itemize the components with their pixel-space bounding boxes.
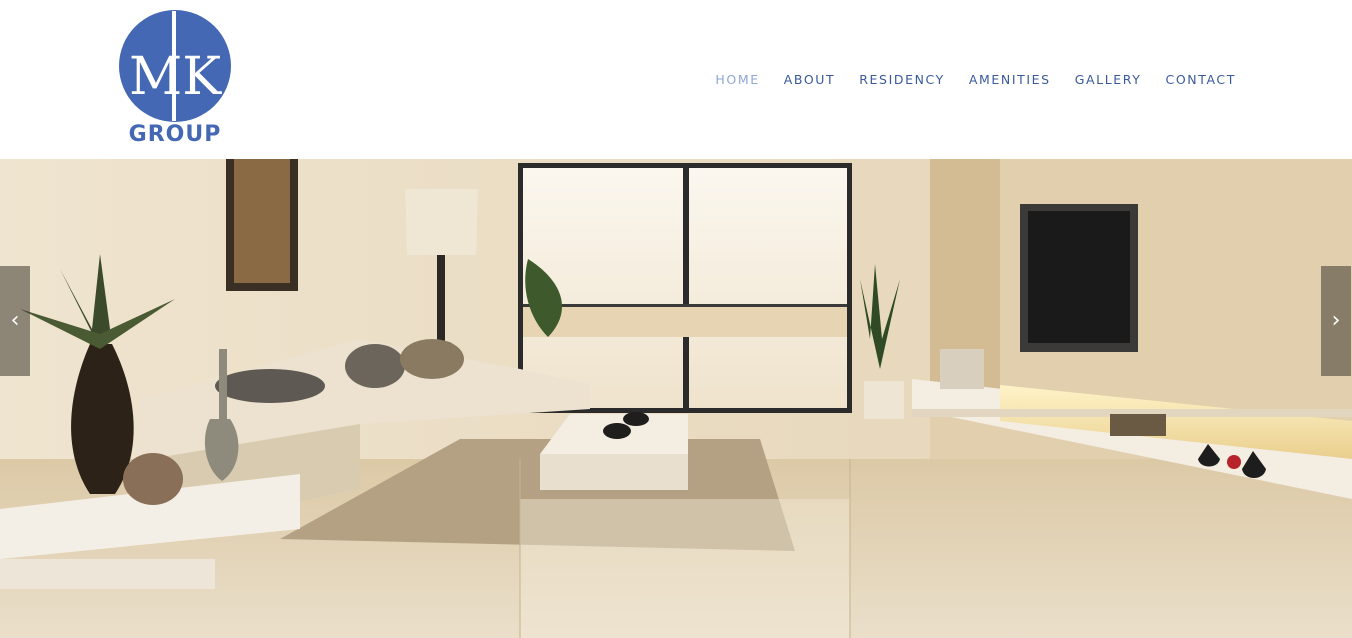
- nav-contact[interactable]: CONTACT: [1166, 72, 1236, 88]
- nav-residency[interactable]: RESIDENCY: [859, 72, 945, 88]
- hero-slider: ‹ ›: [0, 159, 1352, 638]
- slider-prev-button[interactable]: ‹: [0, 266, 30, 376]
- nav-gallery[interactable]: GALLERY: [1075, 72, 1142, 88]
- main-navigation: HOME ABOUT RESIDENCY AMENITIES GALLERY C…: [715, 72, 1236, 88]
- nav-home[interactable]: HOME: [715, 72, 759, 88]
- site-header: MK GROUP HOME ABOUT RESIDENCY AMENITIES …: [0, 0, 1352, 159]
- logo-emblem: MK: [119, 10, 231, 122]
- logo-wordmark: GROUP: [128, 122, 222, 147]
- hero-slide-image: [0, 159, 1352, 638]
- slider-next-button[interactable]: ›: [1321, 266, 1351, 376]
- chevron-left-icon: ‹: [10, 308, 20, 333]
- nav-amenities[interactable]: AMENITIES: [969, 72, 1051, 88]
- logo-monogram: MK: [129, 47, 222, 107]
- chevron-right-icon: ›: [1331, 308, 1341, 333]
- brand-logo[interactable]: MK GROUP: [116, 9, 234, 147]
- nav-about[interactable]: ABOUT: [784, 72, 836, 88]
